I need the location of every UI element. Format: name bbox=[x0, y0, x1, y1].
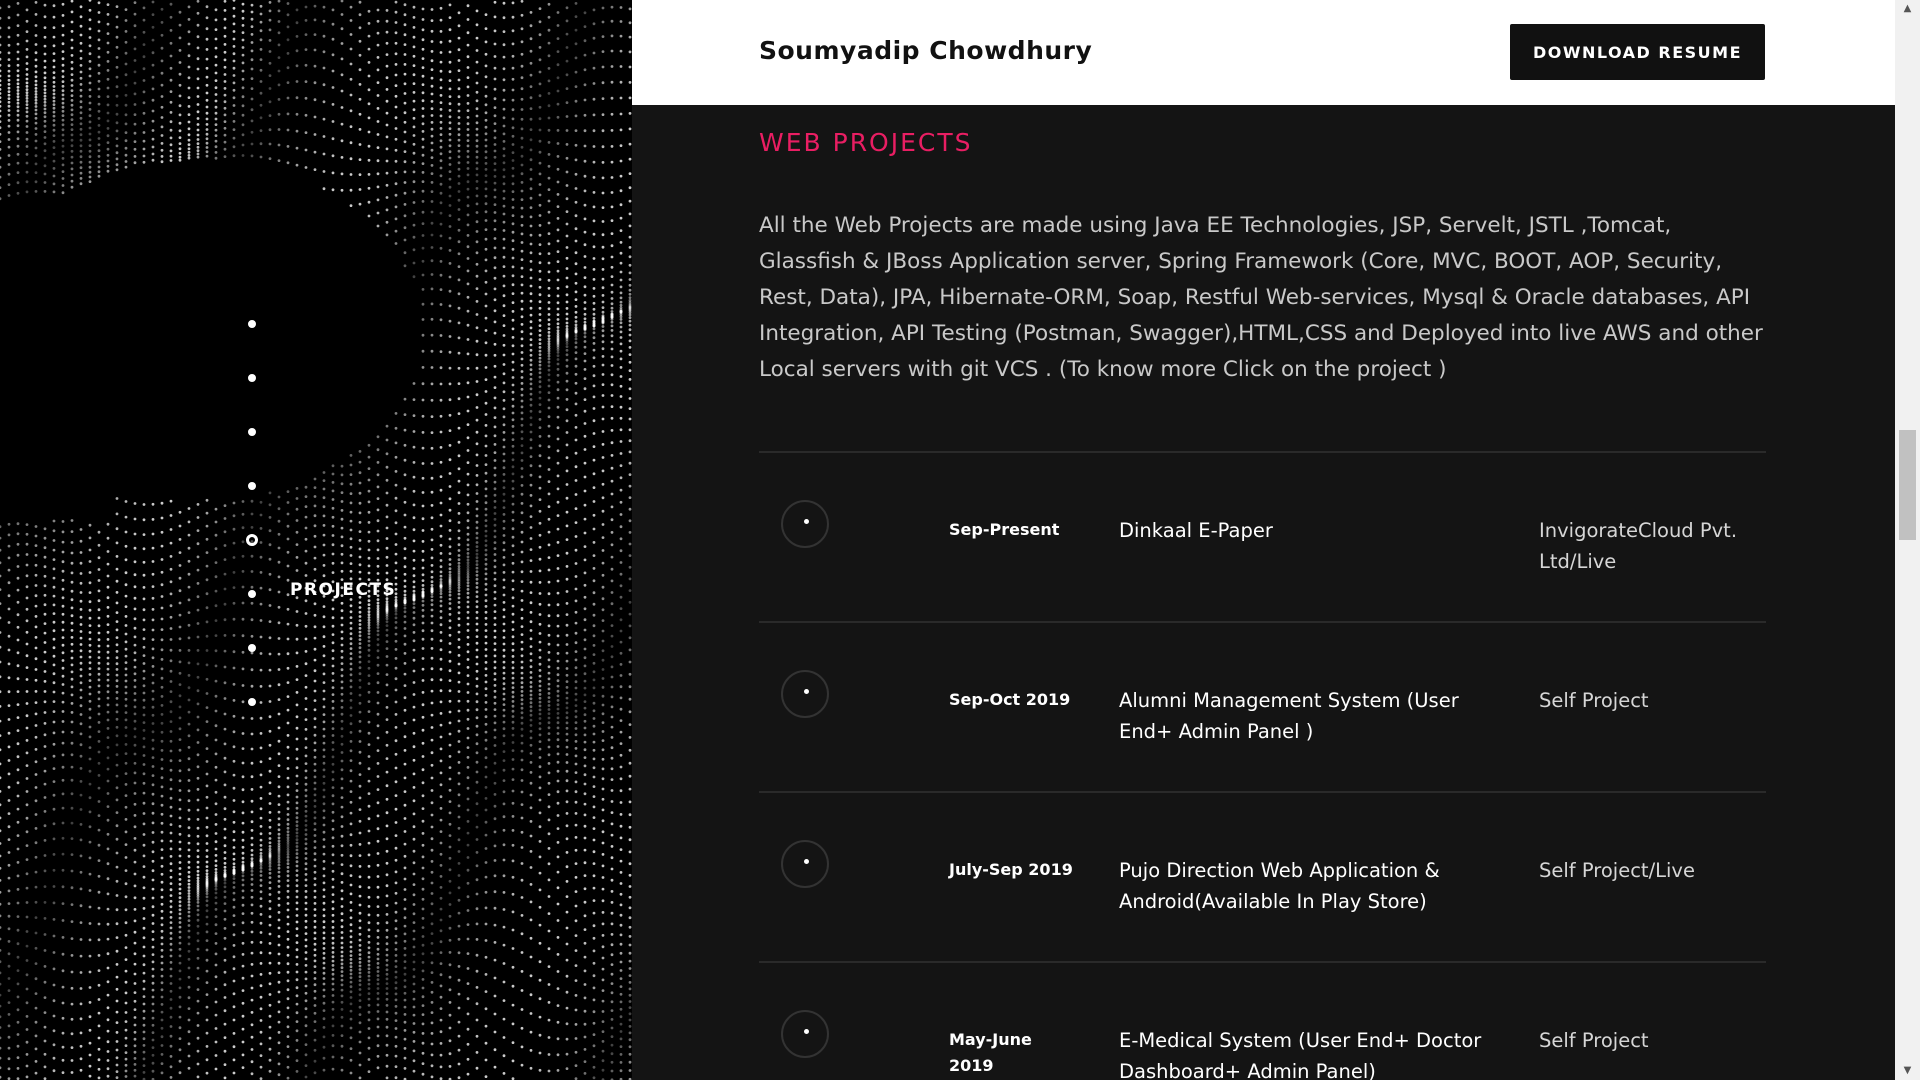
circle-icon bbox=[781, 840, 829, 888]
project-row[interactable]: Sep-Present Dinkaal E-Paper InvigorateCl… bbox=[759, 451, 1766, 621]
project-org: InvigorateCloud Pvt. Ltd/Live bbox=[1539, 519, 1738, 573]
nav-dot-marker bbox=[248, 698, 256, 706]
nav-dot-8[interactable] bbox=[246, 696, 258, 708]
nav-label-projects[interactable]: PROJECTS bbox=[290, 580, 396, 600]
scrollbar[interactable]: ▲ ▼ bbox=[1895, 0, 1920, 1080]
project-row[interactable]: Sep-Oct 2019 Alumni Management System (U… bbox=[759, 621, 1766, 791]
circle-icon bbox=[781, 1010, 829, 1058]
nav-dot-3[interactable] bbox=[246, 426, 258, 438]
circle-icon bbox=[781, 670, 829, 718]
nav-dot-2[interactable] bbox=[246, 372, 258, 384]
nav-dot-4[interactable] bbox=[246, 480, 258, 492]
nav-dot-5[interactable] bbox=[246, 534, 258, 546]
project-date: May-June 2019 bbox=[949, 1030, 1032, 1075]
pip bbox=[804, 689, 809, 694]
section-title: WEB PROJECTS bbox=[759, 128, 973, 157]
scroll-down-icon[interactable]: ▼ bbox=[1895, 1062, 1920, 1080]
scroll-thumb[interactable] bbox=[1899, 430, 1916, 540]
nav-dot-marker bbox=[248, 644, 256, 652]
project-org: Self Project/Live bbox=[1539, 859, 1695, 882]
nav-dot-marker bbox=[248, 482, 256, 490]
project-name[interactable]: Dinkaal E-Paper bbox=[1119, 515, 1509, 546]
nav-dot-marker bbox=[248, 590, 256, 598]
project-date: Sep-Oct 2019 bbox=[949, 690, 1071, 709]
nav-dot-marker bbox=[248, 320, 256, 328]
main-content: Soumyadip Chowdhury DOWNLOAD RESUME WEB … bbox=[632, 0, 1895, 1080]
nav-dot-marker bbox=[248, 374, 256, 382]
section-nav: PROJECTS bbox=[246, 318, 506, 718]
left-panel: PROJECTS bbox=[0, 0, 632, 1080]
project-row[interactable]: May-June 2019 E-Medical System (User End… bbox=[759, 961, 1766, 1080]
pip bbox=[804, 859, 809, 864]
section-intro: All the Web Projects are made using Java… bbox=[759, 213, 1763, 382]
nav-dot-1[interactable] bbox=[246, 318, 258, 330]
nav-dot-projects[interactable]: PROJECTS bbox=[246, 580, 395, 600]
download-resume-button[interactable]: DOWNLOAD RESUME bbox=[1510, 24, 1765, 80]
projects-list: Sep-Present Dinkaal E-Paper InvigorateCl… bbox=[759, 451, 1766, 1080]
header: Soumyadip Chowdhury DOWNLOAD RESUME bbox=[632, 0, 1895, 105]
project-name[interactable]: E-Medical System (User End+ Doctor Dashb… bbox=[1119, 1025, 1509, 1080]
nav-dot-7[interactable] bbox=[246, 642, 258, 654]
project-name[interactable]: Alumni Management System (User End+ Admi… bbox=[1119, 685, 1509, 747]
project-date: Sep-Present bbox=[949, 520, 1060, 539]
project-row[interactable]: July-Sep 2019 Pujo Direction Web Applica… bbox=[759, 791, 1766, 961]
project-org: Self Project bbox=[1539, 689, 1649, 712]
scroll-up-icon[interactable]: ▲ bbox=[1895, 0, 1920, 18]
nav-dot-marker bbox=[248, 428, 256, 436]
pip bbox=[804, 1029, 809, 1034]
site-name[interactable]: Soumyadip Chowdhury bbox=[759, 36, 1092, 65]
circle-icon bbox=[781, 500, 829, 548]
nav-dot-marker bbox=[246, 534, 258, 546]
project-date: July-Sep 2019 bbox=[949, 860, 1073, 879]
project-org: Self Project bbox=[1539, 1029, 1649, 1052]
pip bbox=[804, 519, 809, 524]
project-name[interactable]: Pujo Direction Web Application & Android… bbox=[1119, 855, 1509, 917]
